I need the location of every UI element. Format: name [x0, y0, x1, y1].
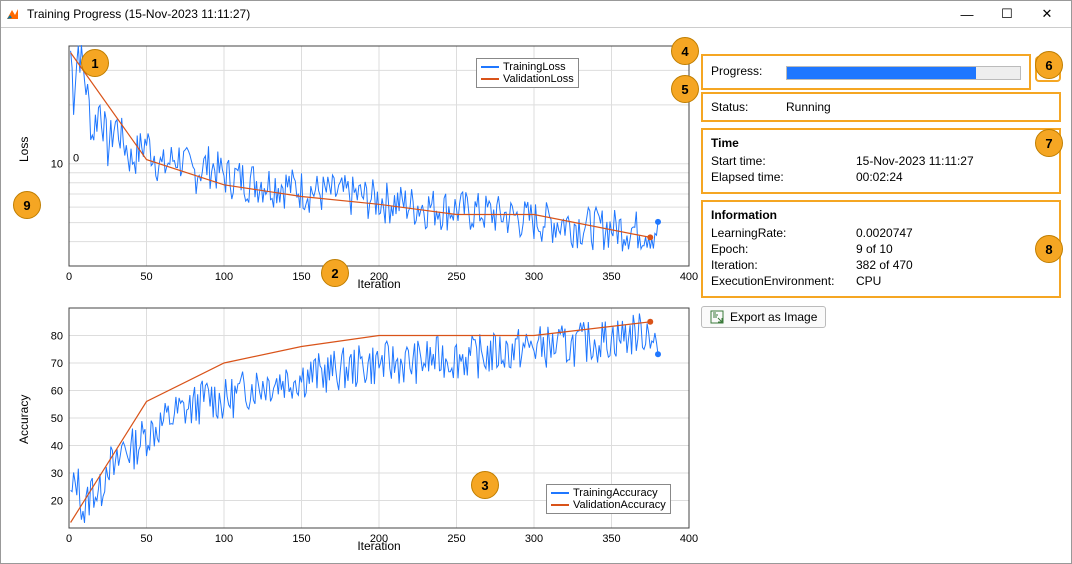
acc-ylabel: Accuracy — [17, 395, 31, 444]
svg-text:70: 70 — [51, 358, 63, 370]
callout-5: 5 — [671, 75, 699, 103]
svg-text:80: 80 — [51, 331, 63, 343]
svg-text:400: 400 — [680, 271, 698, 283]
svg-text:250: 250 — [447, 533, 465, 545]
svg-text:40: 40 — [51, 441, 63, 453]
close-button[interactable]: ✕ — [1027, 2, 1067, 26]
callout-4: 4 — [671, 37, 699, 65]
svg-text:Iteration: Iteration — [357, 277, 400, 291]
loss-legend[interactable]: TrainingLoss ValidationLoss — [476, 58, 579, 88]
svg-text:0: 0 — [66, 533, 72, 545]
svg-text:250: 250 — [447, 271, 465, 283]
callout-9: 9 — [13, 191, 41, 219]
status-value: Running — [786, 100, 1051, 114]
accuracy-chart[interactable]: 05010015020025030035040020304050607080 I… — [39, 298, 699, 556]
title-bar: Training Progress (15-Nov-2023 11:11:27)… — [1, 1, 1071, 28]
svg-text:350: 350 — [602, 533, 620, 545]
export-icon — [710, 310, 724, 324]
svg-text:400: 400 — [680, 533, 698, 545]
matlab-icon — [5, 6, 21, 22]
loss-ylabel: Loss — [17, 137, 31, 162]
info-pane: Progress: Status: Running Time Start tim… — [701, 28, 1071, 564]
progress-bar — [786, 66, 1021, 80]
svg-text:0: 0 — [66, 271, 72, 283]
svg-text:0: 0 — [73, 153, 79, 165]
svg-text:60: 60 — [51, 386, 63, 398]
svg-text:30: 30 — [51, 468, 63, 480]
svg-text:300: 300 — [525, 271, 543, 283]
svg-text:300: 300 — [525, 533, 543, 545]
callout-8: 8 — [1035, 235, 1063, 263]
maximize-button[interactable]: ☐ — [987, 2, 1027, 26]
svg-text:350: 350 — [602, 271, 620, 283]
status-panel: Status: Running — [701, 92, 1061, 122]
progress-panel: Progress: — [701, 54, 1031, 90]
svg-text:20: 20 — [51, 496, 63, 508]
callout-2: 2 — [321, 259, 349, 287]
callout-3: 3 — [471, 471, 499, 499]
svg-text:Iteration: Iteration — [357, 539, 400, 553]
export-button[interactable]: Export as Image — [701, 306, 826, 328]
svg-text:150: 150 — [292, 271, 310, 283]
loss-chart[interactable]: 050100150200250300350400100 Iteration — [39, 36, 699, 294]
svg-text:50: 50 — [140, 271, 152, 283]
callout-7: 7 — [1035, 129, 1063, 157]
progress-label: Progress: — [711, 64, 786, 80]
svg-text:150: 150 — [292, 533, 310, 545]
minimize-button[interactable]: — — [947, 2, 987, 26]
svg-text:50: 50 — [140, 533, 152, 545]
acc-legend[interactable]: TrainingAccuracy ValidationAccuracy — [546, 484, 671, 514]
svg-text:50: 50 — [51, 413, 63, 425]
svg-text:100: 100 — [215, 533, 233, 545]
information-panel: Information LearningRate:0.0020747 Epoch… — [701, 200, 1061, 298]
callout-1: 1 — [81, 49, 109, 77]
svg-text:100: 100 — [215, 271, 233, 283]
charts-pane: 050100150200250300350400100 Iteration Lo… — [1, 28, 701, 564]
callout-6: 6 — [1035, 51, 1063, 79]
status-label: Status: — [711, 100, 786, 114]
window-title: Training Progress (15-Nov-2023 11:11:27) — [27, 7, 250, 21]
svg-text:10: 10 — [51, 159, 63, 171]
time-panel: Time Start time:15-Nov-2023 11:11:27 Ela… — [701, 128, 1061, 194]
